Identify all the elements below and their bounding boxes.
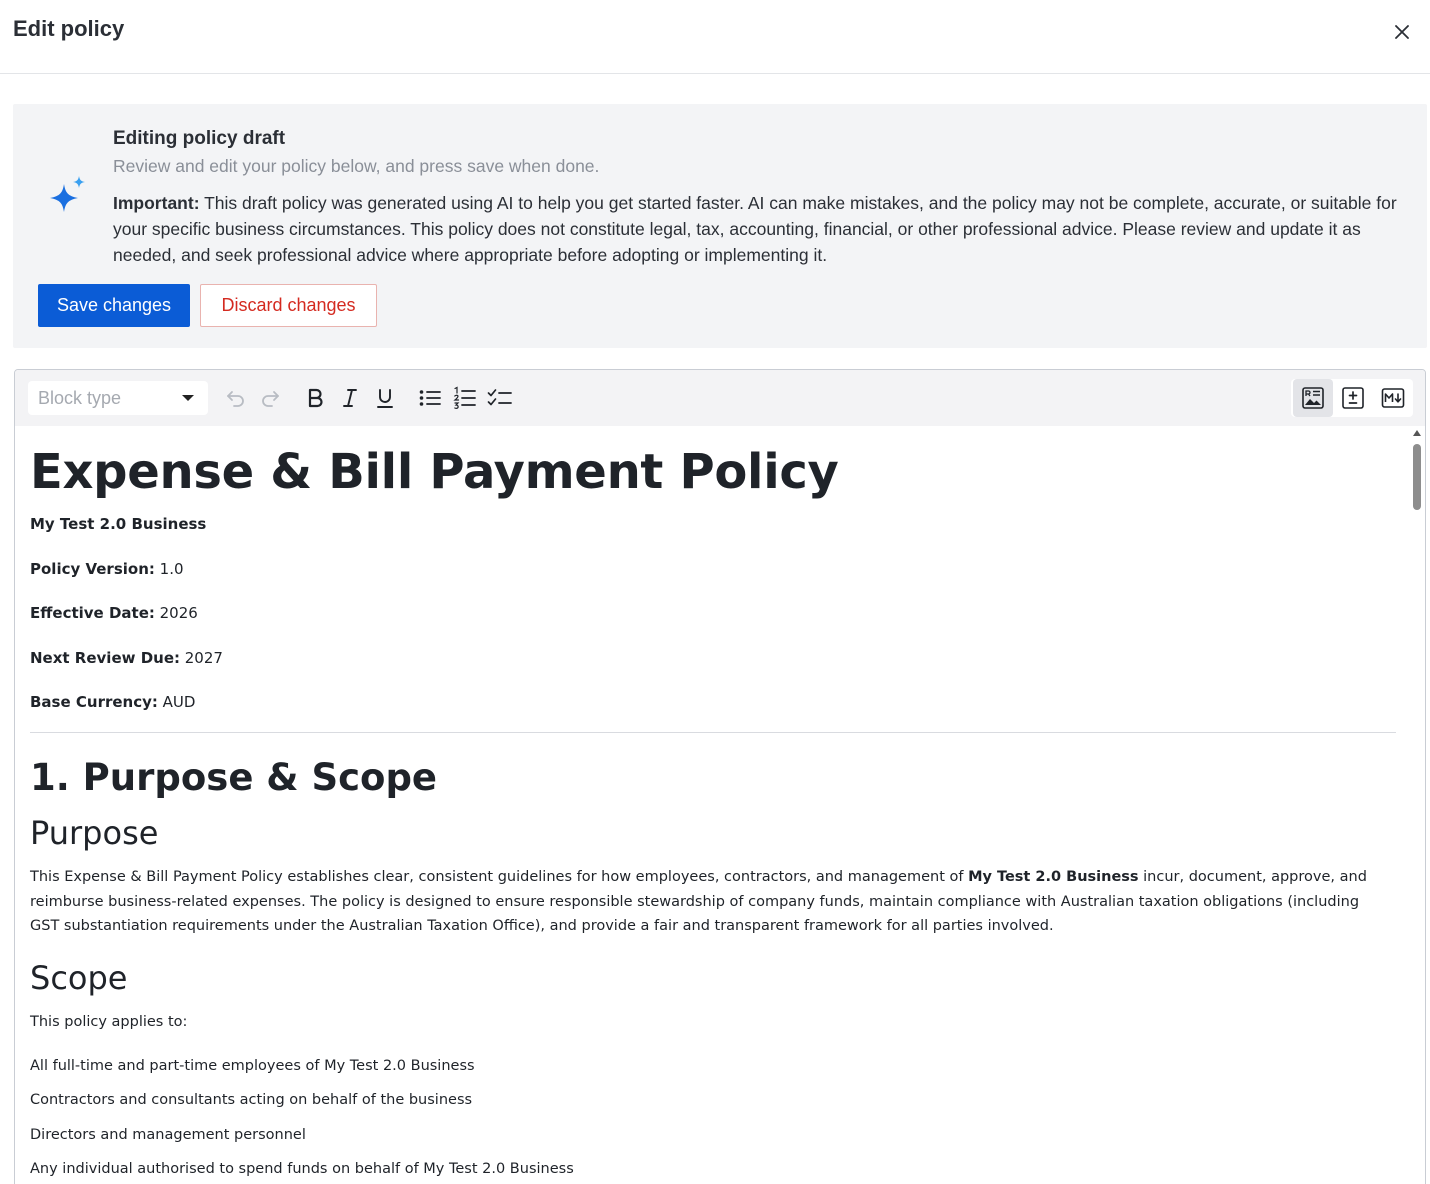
subheading-scope: Scope [30,959,128,997]
checklist-button[interactable] [486,384,514,412]
markdown-mode-icon [1381,388,1405,408]
markdown-mode-button[interactable] [1373,379,1413,417]
meta-base-currency: Base Currency: AUD [30,693,196,711]
document-title: Expense & Bill Payment Policy [30,444,839,500]
purpose-paragraph: This Expense & Bill Payment Policy estab… [30,869,1367,934]
policy-editor[interactable]: Block type Expense & Bill Payment Policy… [14,369,1426,1184]
italic-button[interactable] [336,384,364,412]
list-item: Directors and management personnel [30,1127,306,1143]
scroll-up-arrow-icon[interactable] [1413,430,1421,436]
block-type-select[interactable]: Block type [28,381,208,415]
numbered-list-button[interactable] [451,384,479,412]
bold-button[interactable] [301,384,329,412]
close-icon [1395,25,1409,39]
rich-text-mode-icon [1302,387,1324,409]
underline-button[interactable] [371,384,399,412]
bullet-list-icon [419,390,441,406]
numbered-list-icon [453,386,476,409]
bold-icon [308,388,323,408]
important-label: Important: [113,193,200,213]
ai-draft-banner: Editing policy draft Review and edit you… [13,104,1427,348]
horizontal-rule [30,732,1396,733]
underline-icon [377,389,393,408]
meta-next-review: Next Review Due: 2027 [30,649,223,667]
undo-button[interactable] [222,384,250,412]
list-item: Contractors and consultants acting on be… [30,1092,473,1108]
disclaimer-text: This draft policy was generated using AI… [113,193,1397,265]
banner-title: Editing policy draft [113,128,286,149]
checklist-icon [487,389,512,406]
list-item: All full-time and part-time employees of… [30,1058,475,1074]
meta-effective-date: Effective Date: 2026 [30,604,198,622]
close-button[interactable] [1388,18,1416,46]
meta-policy-version: Policy Version: 1.0 [30,560,184,578]
scroll-thumb[interactable] [1413,444,1421,510]
discard-changes-button[interactable]: Discard changes [200,284,377,327]
banner-subtitle: Review and edit your policy below, and p… [113,156,600,176]
subheading-purpose: Purpose [30,814,159,852]
dialog-title: Edit policy [13,16,125,41]
diff-mode-icon [1342,387,1364,409]
save-changes-button[interactable]: Save changes [38,284,190,327]
chevron-down-icon [182,395,194,401]
redo-icon [262,391,279,407]
editor-scrollbar[interactable] [1410,426,1424,1184]
redo-button[interactable] [256,384,284,412]
section-heading-purpose-scope: 1. Purpose & Scope [30,756,438,799]
block-type-placeholder: Block type [38,387,122,408]
ai-disclaimer: Important: This draft policy was generat… [113,190,1403,268]
sparkle-icon [50,176,85,212]
scope-intro: This policy applies to: [30,1014,188,1030]
view-mode-toggle [1291,379,1413,417]
editor-toolbar: Block type [15,370,1425,426]
business-name: My Test 2.0 Business [30,515,207,533]
undo-icon [227,391,244,407]
dialog-header: Edit policy [0,0,1430,74]
bullet-list-button[interactable] [416,384,444,412]
diff-mode-button[interactable] [1333,379,1373,417]
italic-icon [343,389,357,407]
list-item: Any individual authorised to spend funds… [30,1161,574,1177]
rich-text-mode-button[interactable] [1293,379,1333,417]
